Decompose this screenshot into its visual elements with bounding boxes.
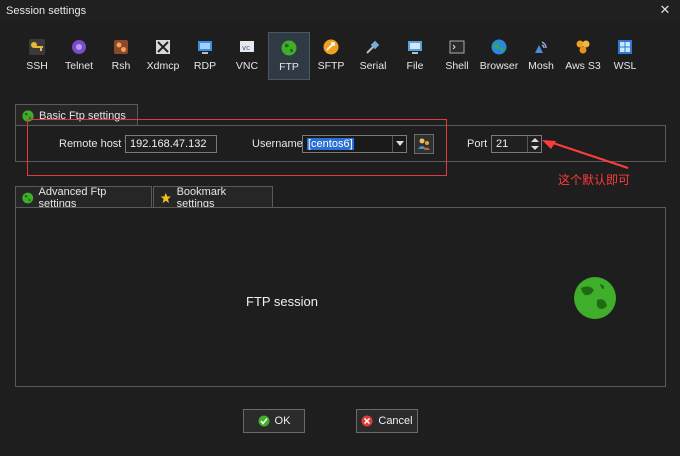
session-type-rdp[interactable]: RDP [184, 32, 226, 80]
globe-icon [22, 192, 34, 203]
cancel-button[interactable]: Cancel [356, 409, 418, 433]
telnet-icon [72, 40, 86, 54]
annotation-arrow-icon [542, 140, 629, 169]
tab-advanced-ftp-settings[interactable]: Advanced Ftp settings [15, 186, 152, 210]
session-type-rsh[interactable]: Rsh [100, 32, 142, 80]
mosh-icon [535, 41, 547, 53]
session-type-toolbar: SSH Telnet Rsh Xdmcp RDP vc VNC FTP SFTP… [16, 32, 646, 80]
vnc-icon: vc [240, 41, 254, 52]
session-type-browser[interactable]: Browser [478, 32, 520, 80]
x-icon [156, 40, 170, 54]
globe-icon [574, 277, 616, 319]
session-type-caption: FTP session [246, 294, 319, 309]
cancel-icon [361, 415, 373, 427]
shell-icon [449, 40, 465, 54]
star-icon [160, 192, 171, 203]
rdp-icon [198, 41, 212, 54]
key-icon [29, 39, 45, 55]
session-type-aws-s3[interactable]: Aws S3 [562, 32, 604, 80]
globe-icon [281, 40, 297, 56]
session-type-xdmcp[interactable]: Xdmcp [142, 32, 184, 80]
session-type-vnc[interactable]: vc VNC [226, 32, 268, 80]
session-type-telnet[interactable]: Telnet [58, 32, 100, 80]
wsl-icon [618, 40, 632, 54]
highlight-box [27, 119, 447, 176]
tab-bookmark-settings[interactable]: Bookmark settings [153, 186, 273, 210]
session-type-mosh[interactable]: Mosh [520, 32, 562, 80]
title-bar: Session settings ✕ [0, 0, 680, 22]
ok-button[interactable]: OK [243, 409, 305, 433]
close-icon[interactable]: ✕ [658, 3, 672, 17]
svg-text:vc: vc [242, 44, 250, 52]
advanced-settings-panel [15, 207, 666, 387]
window-title: Session settings [6, 5, 87, 17]
browser-icon [491, 39, 507, 55]
session-type-ftp[interactable]: FTP [268, 32, 310, 80]
check-icon [258, 415, 270, 427]
port-spinbox[interactable]: 21 [491, 135, 542, 153]
session-type-serial[interactable]: Serial [352, 32, 394, 80]
session-type-shell[interactable]: Shell [436, 32, 478, 80]
port-label: Port [467, 138, 488, 150]
rsh-icon [114, 40, 128, 54]
file-icon [408, 41, 422, 54]
spin-arrows-icon[interactable] [527, 136, 541, 152]
sftp-icon [323, 39, 339, 55]
aws-icon [576, 40, 590, 54]
annotation-text: 这个默认即可 [558, 173, 631, 187]
session-type-sftp[interactable]: SFTP [310, 32, 352, 80]
serial-icon [366, 40, 380, 54]
session-type-wsl[interactable]: WSL [604, 32, 646, 80]
session-type-file[interactable]: File [394, 32, 436, 80]
session-type-ssh[interactable]: SSH [16, 32, 58, 80]
